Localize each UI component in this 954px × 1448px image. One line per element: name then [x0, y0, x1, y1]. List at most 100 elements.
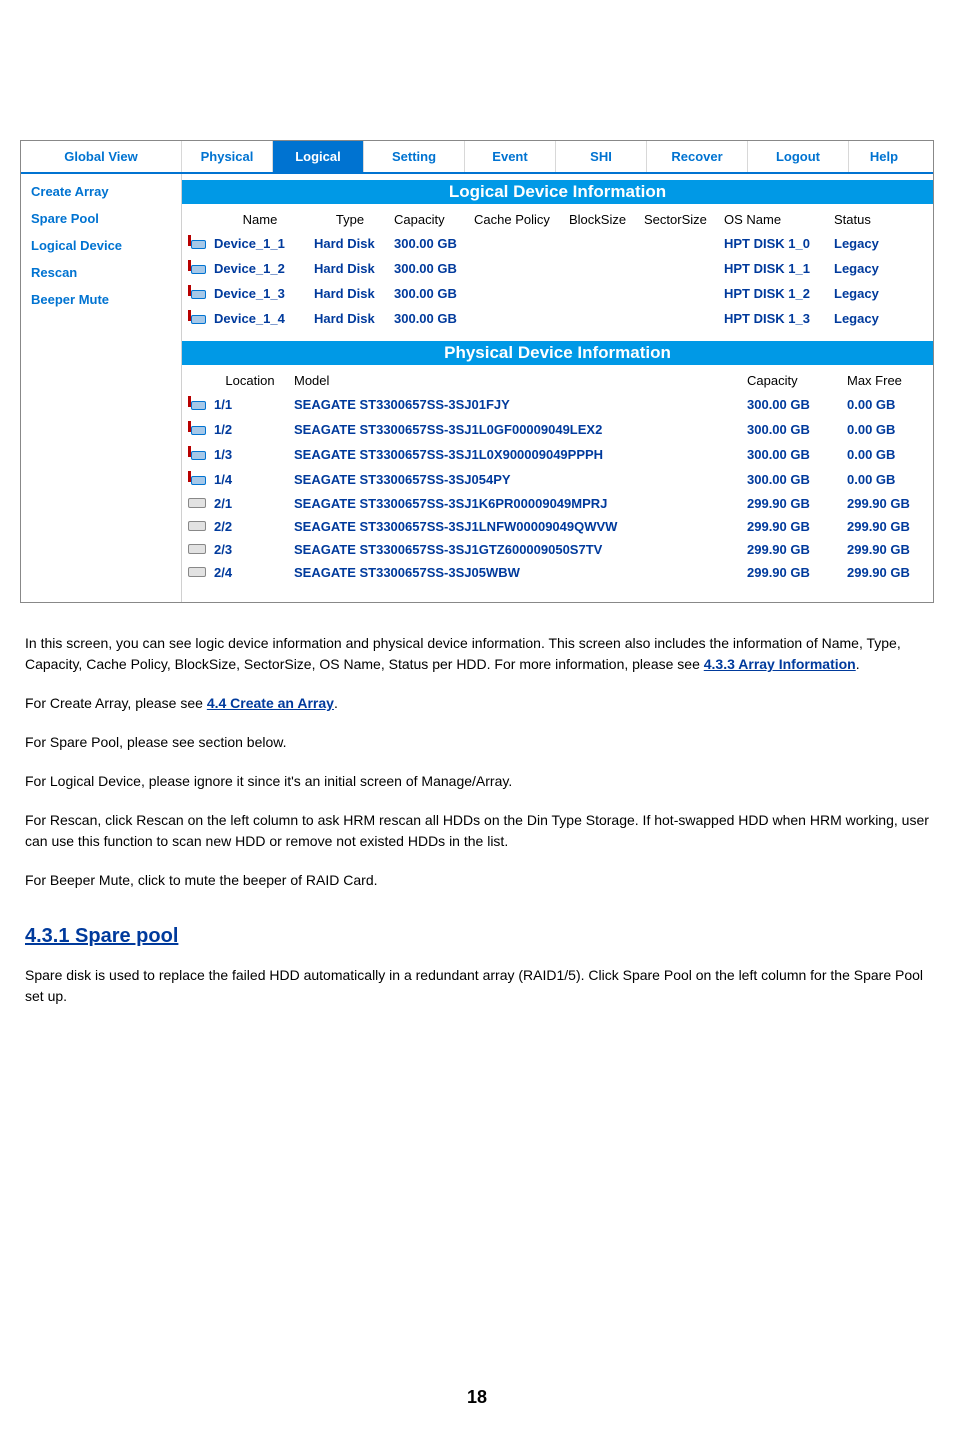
logical-block	[565, 306, 640, 331]
physical-section-header: Physical Device Information	[182, 341, 933, 365]
th-type: Type	[310, 208, 390, 231]
logical-cache	[470, 231, 565, 256]
para2: For Create Array, please see 4.4 Create …	[25, 693, 929, 714]
sidebar-create-array[interactable]: Create Array	[21, 178, 181, 205]
th-model: Model	[290, 369, 743, 392]
physical-row[interactable]: 2/4SEAGATE ST3300657SS-3SJ05WBW299.90 GB…	[182, 561, 933, 584]
disk-icon	[188, 235, 206, 249]
physical-row[interactable]: 2/2SEAGATE ST3300657SS-3SJ1LNFW00009049Q…	[182, 515, 933, 538]
logical-capacity: 300.00 GB	[390, 256, 470, 281]
physical-capacity: 299.90 GB	[743, 561, 843, 584]
physical-location: 2/1	[210, 492, 290, 515]
th-sector: SectorSize	[640, 208, 720, 231]
physical-maxfree: 299.90 GB	[843, 561, 933, 584]
nav-physical[interactable]: Physical	[181, 141, 272, 172]
physical-row[interactable]: 1/1SEAGATE ST3300657SS-3SJ01FJY300.00 GB…	[182, 392, 933, 417]
physical-location: 1/3	[210, 442, 290, 467]
physical-capacity: 299.90 GB	[743, 515, 843, 538]
physical-location: 2/3	[210, 538, 290, 561]
logical-block	[565, 281, 640, 306]
disk-icon	[188, 521, 206, 531]
nav-setting[interactable]: Setting	[363, 141, 464, 172]
logical-status: Legacy	[830, 306, 933, 331]
nav-logical[interactable]: Logical	[272, 141, 363, 172]
para7: Spare disk is used to replace the failed…	[25, 965, 929, 1007]
logical-row[interactable]: Device_1_1Hard Disk300.00 GBHPT DISK 1_0…	[182, 231, 933, 256]
logical-status: Legacy	[830, 281, 933, 306]
logical-cache	[470, 281, 565, 306]
nav-shi[interactable]: SHI	[555, 141, 646, 172]
disk-icon	[188, 260, 206, 274]
physical-row[interactable]: 2/3SEAGATE ST3300657SS-3SJ1GTZ600009050S…	[182, 538, 933, 561]
physical-model: SEAGATE ST3300657SS-3SJ1GTZ600009050S7TV	[290, 538, 743, 561]
logical-name: Device_1_2	[210, 256, 310, 281]
logical-sector	[640, 256, 720, 281]
sidebar-spare-pool[interactable]: Spare Pool	[21, 205, 181, 232]
logical-name: Device_1_4	[210, 306, 310, 331]
logical-cache	[470, 306, 565, 331]
th-location: Location	[210, 369, 290, 392]
physical-location: 2/4	[210, 561, 290, 584]
physical-table: Location Model Capacity Max Free 1/1SEAG…	[182, 369, 933, 584]
physical-location: 1/4	[210, 467, 290, 492]
logical-block	[565, 256, 640, 281]
nav-event[interactable]: Event	[464, 141, 555, 172]
para5: For Rescan, click Rescan on the left col…	[25, 810, 929, 852]
logical-capacity: 300.00 GB	[390, 306, 470, 331]
physical-maxfree: 299.90 GB	[843, 538, 933, 561]
sidebar-rescan[interactable]: Rescan	[21, 259, 181, 286]
disk-icon	[188, 446, 206, 460]
logical-row[interactable]: Device_1_2Hard Disk300.00 GB HPT DISK 1_1…	[182, 256, 933, 281]
logical-row[interactable]: Device_1_4Hard Disk300.00 GBHPT DISK 1_3…	[182, 306, 933, 331]
logical-capacity: 300.00 GB	[390, 231, 470, 256]
th-cache: Cache Policy	[470, 208, 565, 231]
physical-row[interactable]: 2/1SEAGATE ST3300657SS-3SJ1K6PR00009049M…	[182, 492, 933, 515]
disk-icon	[188, 498, 206, 508]
physical-row[interactable]: 1/2SEAGATE ST3300657SS-3SJ1L0GF00009049L…	[182, 417, 933, 442]
th-maxfree: Max Free	[843, 369, 933, 392]
physical-capacity: 300.00 GB	[743, 467, 843, 492]
link-array-information[interactable]: 4.3.3 Array Information	[704, 656, 856, 672]
physical-model: SEAGATE ST3300657SS-3SJ054PY	[290, 467, 743, 492]
link-create-array[interactable]: 4.4 Create an Array	[207, 695, 334, 711]
th-p-capacity: Capacity	[743, 369, 843, 392]
sidebar: Create Array Spare Pool Logical Device R…	[21, 174, 182, 602]
logical-name: Device_1_1	[210, 231, 310, 256]
logical-row[interactable]: Device_1_3Hard Disk300.00 GBHPT DISK 1_2…	[182, 281, 933, 306]
logical-table: Name Type Capacity Cache Policy BlockSiz…	[182, 208, 933, 331]
physical-model: SEAGATE ST3300657SS-3SJ05WBW	[290, 561, 743, 584]
disk-icon	[188, 285, 206, 299]
disk-icon	[188, 567, 206, 577]
physical-row[interactable]: 1/3SEAGATE ST3300657SS-3SJ1L0X900009049P…	[182, 442, 933, 467]
nav-global-view[interactable]: Global View	[21, 141, 181, 172]
physical-location: 1/2	[210, 417, 290, 442]
logical-status: Legacy	[830, 231, 933, 256]
logical-status: Legacy	[830, 256, 933, 281]
physical-maxfree: 0.00 GB	[843, 392, 933, 417]
logical-block	[565, 231, 640, 256]
physical-model: SEAGATE ST3300657SS-3SJ1L0X900009049PPPH	[290, 442, 743, 467]
physical-capacity: 300.00 GB	[743, 442, 843, 467]
physical-model: SEAGATE ST3300657SS-3SJ1K6PR00009049MPRJ	[290, 492, 743, 515]
physical-row[interactable]: 1/4SEAGATE ST3300657SS-3SJ054PY300.00 GB…	[182, 467, 933, 492]
physical-model: SEAGATE ST3300657SS-3SJ1LNFW00009049QWVW	[290, 515, 743, 538]
sidebar-logical-device[interactable]: Logical Device	[21, 232, 181, 259]
th-block: BlockSize	[565, 208, 640, 231]
logical-sector	[640, 281, 720, 306]
logical-type: Hard Disk	[310, 256, 390, 281]
physical-capacity: 299.90 GB	[743, 492, 843, 515]
nav-recover[interactable]: Recover	[646, 141, 747, 172]
logical-sector	[640, 306, 720, 331]
nav-help[interactable]: Help	[848, 141, 919, 172]
logical-os: HPT DISK 1_1	[720, 256, 830, 281]
heading-spare-pool: 4.3.1 Spare pool	[25, 921, 929, 951]
para4: For Logical Device, please ignore it sin…	[25, 771, 929, 792]
physical-maxfree: 299.90 GB	[843, 492, 933, 515]
disk-icon	[188, 421, 206, 435]
disk-icon	[188, 396, 206, 410]
sidebar-beeper-mute[interactable]: Beeper Mute	[21, 286, 181, 313]
th-os: OS Name	[720, 208, 830, 231]
nav-logout[interactable]: Logout	[747, 141, 848, 172]
logical-type: Hard Disk	[310, 306, 390, 331]
raid-management-app: Global View Physical Logical Setting Eve…	[20, 140, 934, 603]
